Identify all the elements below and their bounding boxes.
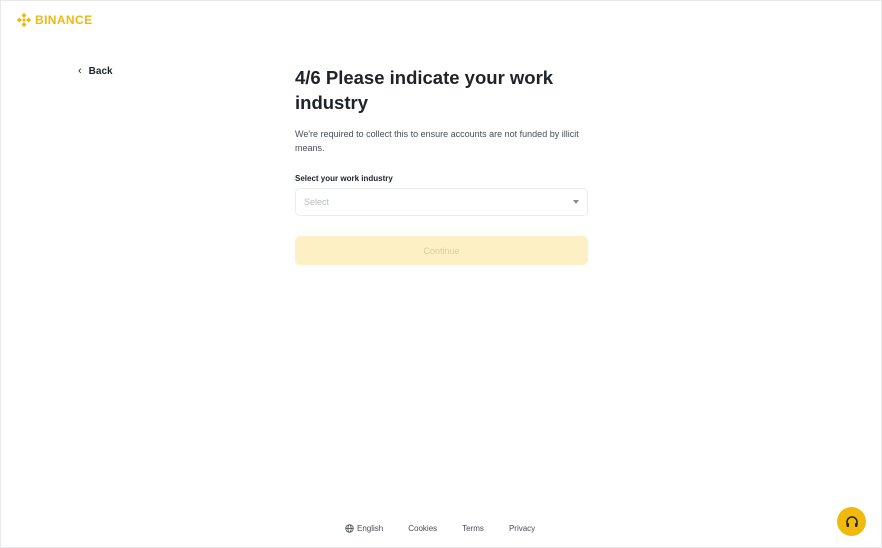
support-chat-button[interactable] [837,507,866,536]
footer-link-privacy[interactable]: Privacy [509,524,535,533]
caret-down-icon [573,200,579,204]
binance-logo[interactable]: BINANCE [17,13,92,27]
industry-select-placeholder: Select [304,197,330,207]
language-selector[interactable]: English [345,524,383,533]
back-label: Back [88,65,113,77]
footer-link-terms[interactable]: Terms [462,524,484,533]
back-button[interactable]: ‹ Back [78,65,113,77]
footer: English Cookies Terms Privacy [345,524,535,533]
chevron-left-icon: ‹ [78,65,82,77]
page-title: 4/6 Please indicate your work industry [295,67,554,113]
industry-form: 4/6 Please indicate your work industry W… [295,65,588,265]
continue-button[interactable]: Continue [295,236,588,265]
brand-name: BINANCE [35,13,93,27]
globe-icon [345,524,354,533]
industry-field-label: Select your work industry [295,174,393,183]
binance-diamond-icon [17,13,31,27]
language-label: English [357,524,384,533]
page-subtitle: We're required to collect this to ensure… [295,129,579,153]
footer-link-cookies[interactable]: Cookies [408,524,437,533]
industry-select[interactable]: Select [295,188,588,216]
headset-icon [845,515,858,527]
